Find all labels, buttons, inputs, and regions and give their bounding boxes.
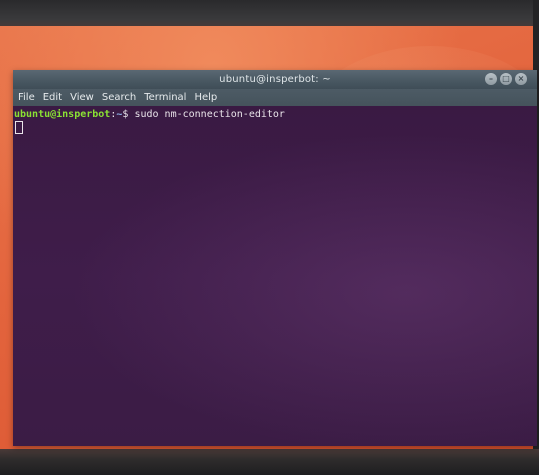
menu-bar: File Edit View Search Terminal Help — [13, 89, 537, 106]
monitor-bezel-bottom — [0, 449, 539, 475]
menu-edit[interactable]: Edit — [43, 92, 62, 103]
command-line: ubuntu@insperbot:~$ sudo nm-connection-e… — [14, 108, 536, 121]
menu-view[interactable]: View — [70, 92, 94, 103]
menu-search[interactable]: Search — [102, 92, 136, 103]
monitor-bezel-top — [0, 0, 539, 28]
text-cursor — [15, 121, 23, 134]
menu-help[interactable]: Help — [194, 92, 217, 103]
terminal-window[interactable]: ubuntu@insperbot: ~ – □ × File Edit View… — [13, 70, 537, 446]
window-controls: – □ × — [485, 73, 527, 85]
photo-of-screen: ubuntu@insperbot: ~ – □ × File Edit View… — [0, 0, 539, 475]
menu-file[interactable]: File — [18, 92, 35, 103]
cursor-line — [14, 121, 536, 135]
window-title: ubuntu@insperbot: ~ — [219, 74, 331, 85]
close-button[interactable]: × — [515, 73, 527, 85]
menu-terminal[interactable]: Terminal — [144, 92, 186, 103]
window-titlebar[interactable]: ubuntu@insperbot: ~ – □ × — [13, 70, 537, 89]
minimize-button[interactable]: – — [485, 73, 497, 85]
terminal-content[interactable]: ubuntu@insperbot:~$ sudo nm-connection-e… — [13, 106, 537, 446]
prompt-userhost: ubuntu@insperbot — [14, 109, 111, 120]
command-text: sudo nm-connection-editor — [128, 109, 285, 120]
maximize-button[interactable]: □ — [500, 73, 512, 85]
